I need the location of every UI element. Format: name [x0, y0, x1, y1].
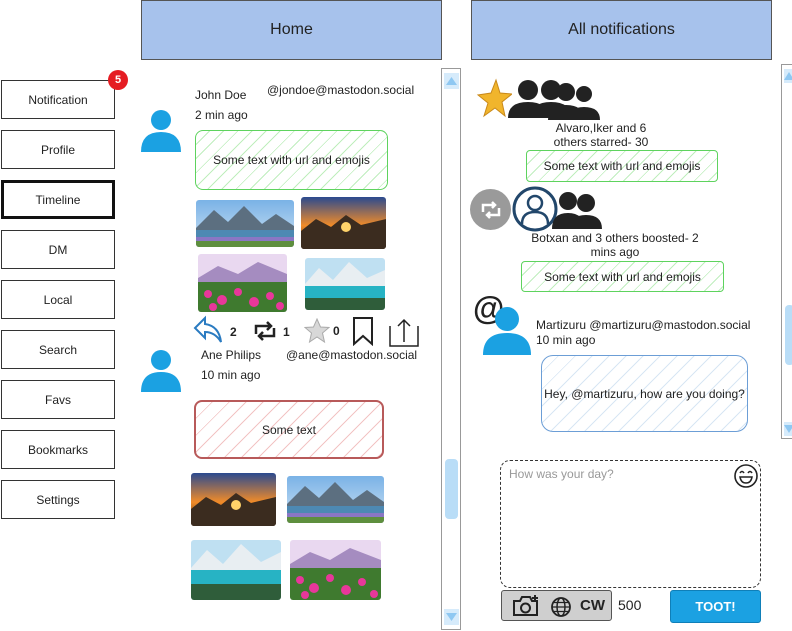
- post-author-handle[interactable]: @ane@mastodon.social: [286, 348, 417, 362]
- favourite-count: 0: [333, 324, 340, 338]
- scroll-up-button[interactable]: [784, 69, 792, 83]
- post-author-name[interactable]: John Doe: [195, 88, 246, 102]
- globe-icon[interactable]: [550, 596, 572, 621]
- post-image-sunset[interactable]: [191, 473, 276, 526]
- mention-content: Hey, @martizuru, how are you doing?: [541, 355, 748, 432]
- avatar[interactable]: [140, 348, 182, 392]
- nav-label: DM: [48, 242, 68, 257]
- nav-label: Settings: [36, 492, 80, 507]
- reply-count: 2: [230, 325, 237, 339]
- nav-timeline[interactable]: Timeline: [1, 180, 115, 219]
- post-author-handle[interactable]: @jondoe@mastodon.social: [267, 83, 414, 97]
- notification-content: Some text with url and emojis: [526, 150, 718, 182]
- post-image-mountain-lake[interactable]: [196, 200, 294, 247]
- post-text: Some text: [261, 422, 317, 437]
- nav-label: Notification: [28, 92, 88, 107]
- home-scrollbar[interactable]: [441, 68, 461, 630]
- compose-textarea[interactable]: How was your day?: [500, 460, 761, 588]
- share-icon[interactable]: [388, 316, 420, 351]
- nav-profile[interactable]: Profile: [1, 130, 115, 169]
- home-header: Home: [141, 0, 442, 60]
- nav-settings[interactable]: Settings: [1, 480, 115, 519]
- mention-timestamp: 10 min ago: [536, 333, 596, 347]
- post-image-flower-field[interactable]: [198, 254, 287, 312]
- compose-toolbar: CW: [501, 590, 612, 621]
- post-content: Some text: [194, 400, 384, 459]
- scroll-up-button[interactable]: [444, 73, 459, 89]
- mention-author[interactable]: Martizuru @martizuru@mastodon.social: [536, 318, 750, 332]
- post-image-sunset[interactable]: [301, 197, 386, 249]
- post-author-name[interactable]: Ane Philips: [201, 348, 261, 362]
- post-timestamp: 2 min ago: [195, 108, 248, 122]
- nav-label: Timeline: [35, 192, 81, 207]
- nav-local[interactable]: Local: [1, 280, 115, 319]
- toot-button[interactable]: TOOT!: [670, 590, 761, 623]
- post-text: Some text with url and emojis: [213, 153, 370, 167]
- nav-favs[interactable]: Favs: [1, 380, 115, 419]
- nav-bookmarks[interactable]: Bookmarks: [1, 430, 115, 469]
- nav-label: Favs: [44, 392, 71, 407]
- boost-icon[interactable]: [252, 320, 278, 345]
- nav-label: Profile: [40, 142, 75, 157]
- notification-summary: Botxan and 3 others boosted- 2 mins ago: [531, 231, 699, 259]
- boost-icon: [470, 189, 511, 230]
- camera-icon[interactable]: [511, 594, 541, 621]
- boost-count: 1: [283, 325, 290, 339]
- column-title: All notifications: [568, 21, 675, 38]
- nav-notification[interactable]: Notification: [1, 80, 115, 119]
- post-image-mountain-lake[interactable]: [287, 476, 384, 523]
- group-icon: [506, 78, 602, 125]
- nav-label: Local: [43, 292, 73, 307]
- nav-dm[interactable]: DM: [1, 230, 115, 269]
- scroll-thumb[interactable]: [785, 305, 792, 365]
- character-counter: 500: [618, 597, 642, 613]
- post-image-turquoise-lake[interactable]: [191, 540, 281, 600]
- scroll-down-button[interactable]: [444, 609, 459, 625]
- notification-text: Some text with url and emojis: [544, 269, 701, 284]
- reply-icon[interactable]: [193, 314, 223, 347]
- content-warning-button[interactable]: CW: [580, 597, 605, 614]
- nav-label: Search: [38, 342, 78, 357]
- compose-placeholder: How was your day?: [509, 467, 614, 481]
- group-icon: [550, 189, 604, 234]
- avatar[interactable]: [140, 108, 182, 152]
- scroll-down-button[interactable]: [784, 422, 792, 436]
- notifications-scrollbar[interactable]: [781, 64, 792, 439]
- nav-search[interactable]: Search: [1, 330, 115, 369]
- notification-badge: 5: [108, 70, 128, 90]
- nav-label: Bookmarks: [27, 442, 89, 457]
- avatar[interactable]: [482, 305, 532, 355]
- notification-text: Some text with url and emojis: [543, 159, 701, 173]
- favourite-icon[interactable]: [303, 317, 331, 347]
- scroll-thumb[interactable]: [445, 459, 458, 519]
- column-title: Home: [270, 21, 313, 38]
- bookmark-icon[interactable]: [351, 316, 375, 349]
- post-image-turquoise-lake[interactable]: [305, 258, 385, 310]
- post-timestamp: 10 min ago: [201, 368, 261, 382]
- mention-text: Hey, @martizuru, how are you doing?: [544, 386, 745, 401]
- notifications-header: All notifications: [471, 0, 772, 60]
- notification-content: Some text with url and emojis: [521, 261, 724, 292]
- emoji-icon[interactable]: [733, 463, 759, 492]
- post-image-flower-field[interactable]: [290, 540, 381, 600]
- post-content: Some text with url and emojis: [195, 130, 388, 190]
